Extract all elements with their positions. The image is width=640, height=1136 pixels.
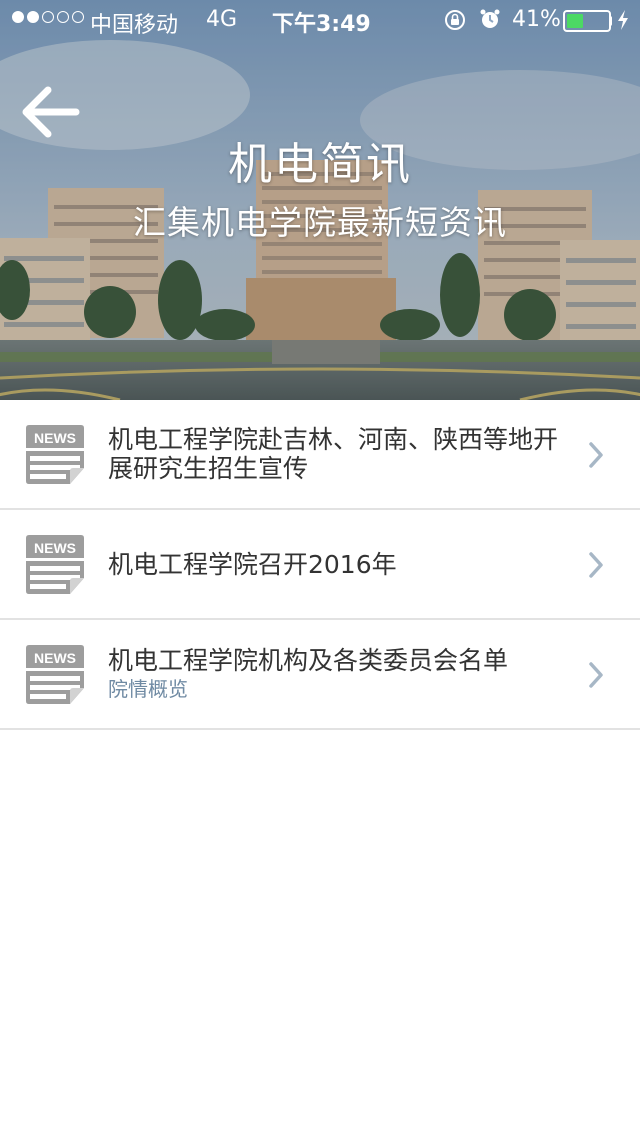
news-title: 机电工程学院机构及各类委员会名单 (108, 646, 509, 675)
battery-percentage: 41% (512, 7, 561, 32)
news-list-item[interactable]: NEWS 机电工程学院召开2016年 (0, 510, 640, 620)
svg-text:NEWS: NEWS (34, 430, 76, 446)
chevron-right-icon (586, 440, 606, 470)
news-icon: NEWS (24, 644, 86, 706)
carrier-name: 中国移动 (90, 13, 179, 38)
battery-level (567, 14, 584, 28)
status-bar: 中国移动 4G 下午3:49 41% (0, 0, 640, 40)
news-icon: NEWS (24, 424, 86, 486)
header-banner: 中国移动 4G 下午3:49 41% 机电简讯 汇集机电学院最新短资讯 (0, 0, 640, 400)
news-category: 院情概览 (108, 677, 188, 701)
chevron-right-icon (586, 550, 606, 580)
status-time: 下午3:49 (272, 12, 371, 37)
page-title: 机电简讯 (228, 139, 412, 190)
signal-strength-icon (12, 11, 84, 23)
news-icon: NEWS (24, 534, 86, 596)
news-list: NEWS 机电工程学院赴吉林、河南、陕西等地开展研究生招生宣传 NEWS 机电工… (0, 400, 640, 730)
chevron-right-icon (586, 660, 606, 690)
svg-text:NEWS: NEWS (34, 540, 76, 556)
rotation-lock-icon (445, 10, 465, 30)
news-title: 机电工程学院赴吉林、河南、陕西等地开展研究生招生宣传 (108, 425, 559, 483)
page-subtitle: 汇集机电学院最新短资讯 (133, 203, 507, 242)
news-list-item[interactable]: NEWS 机电工程学院赴吉林、河南、陕西等地开展研究生招生宣传 (0, 400, 640, 510)
network-type: 4G (206, 7, 238, 32)
charging-icon (618, 10, 628, 30)
news-title: 机电工程学院召开2016年 (108, 549, 397, 579)
battery-icon (563, 10, 611, 32)
news-list-item[interactable]: NEWS 机电工程学院机构及各类委员会名单 院情概览 (0, 620, 640, 730)
svg-text:NEWS: NEWS (34, 650, 76, 666)
alarm-icon (480, 9, 500, 28)
